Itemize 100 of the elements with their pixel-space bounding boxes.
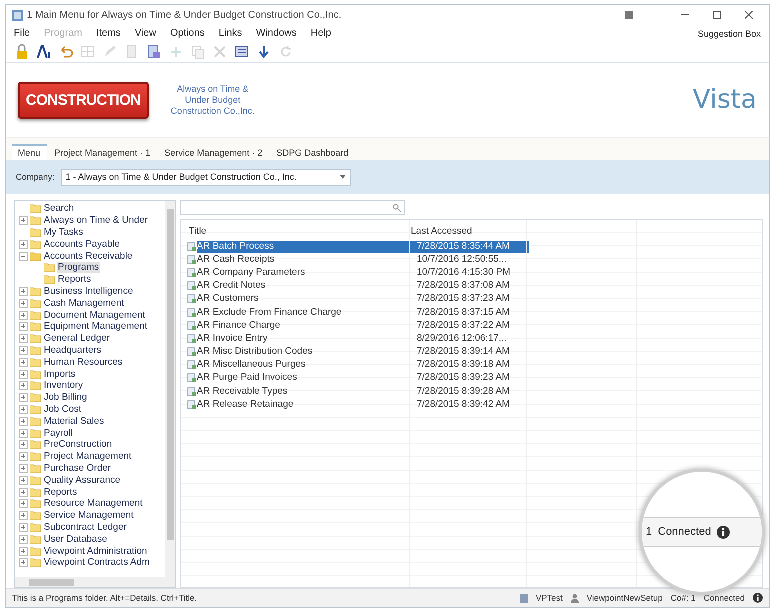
list-item[interactable]: AR Misc Distribution Codes: [197, 346, 417, 358]
tree-item[interactable]: Equipment Management: [43, 321, 149, 332]
tree-item[interactable]: Human Resources: [43, 356, 124, 368]
tree-item[interactable]: Project Management: [43, 451, 133, 462]
column-header[interactable]: Title: [189, 226, 411, 236]
folder-icon: [30, 322, 41, 332]
company-dropdown[interactable]: 1 - Always on Time & Under Budget Construction Co., Inc.: [60, 168, 351, 186]
table-cell-text: 7/28/2015 8:39:42 AM: [417, 398, 511, 411]
list-icon[interactable]: [234, 44, 250, 60]
tree-item[interactable]: PreConstruction: [43, 439, 114, 450]
list-item[interactable]: AR Invoice Entry: [197, 332, 417, 345]
expand-icon[interactable]: [19, 452, 28, 462]
tree-item[interactable]: Viewpoint Contracts Adm: [43, 557, 151, 568]
tree-item[interactable]: Viewpoint Administration: [43, 546, 148, 556]
column-header[interactable]: Last Accessed: [411, 226, 521, 236]
expand-icon[interactable]: [19, 464, 28, 473]
tree-item[interactable]: Reports: [43, 486, 78, 498]
expand-icon[interactable]: [19, 334, 28, 344]
expand-icon[interactable]: [19, 511, 28, 520]
list-item[interactable]: AR Miscellaneous Purges: [197, 359, 417, 372]
tree-item[interactable]: Material Sales: [43, 416, 106, 427]
tree-item[interactable]: Service Management: [43, 510, 135, 522]
expand-icon[interactable]: [19, 298, 28, 308]
expand-icon[interactable]: [19, 488, 28, 497]
folder-icon: [30, 358, 41, 367]
expand-icon[interactable]: [19, 428, 28, 438]
list-item[interactable]: AR Customers: [197, 293, 417, 306]
list-item[interactable]: AR Credit Notes: [197, 280, 417, 292]
expand-icon[interactable]: [19, 558, 28, 568]
close-icon[interactable]: [745, 11, 753, 19]
report-icon[interactable]: [146, 44, 162, 60]
tree-item[interactable]: Quality Assurance: [43, 474, 122, 486]
menu-item[interactable]: File: [14, 28, 30, 39]
tree-item[interactable]: Subcontract Ledger: [43, 522, 128, 533]
tree-item[interactable]: Inventory: [43, 380, 84, 392]
tree-item[interactable]: Reports: [57, 274, 92, 286]
tree-item[interactable]: My Tasks: [43, 226, 84, 238]
expand-icon[interactable]: [19, 404, 28, 414]
tree-item[interactable]: Payroll: [43, 428, 74, 439]
expand-icon[interactable]: [19, 216, 28, 226]
menu-item[interactable]: Items: [96, 28, 121, 39]
tree-item[interactable]: Job Cost: [43, 404, 82, 415]
table-cell-text: 10/7/2016 4:15:30 PM: [417, 266, 512, 279]
tree-item[interactable]: Job Billing: [43, 392, 88, 404]
brand-logo: Vista: [692, 85, 757, 115]
tree-item[interactable]: Cash Management: [43, 298, 126, 309]
horizontal-scrollbar[interactable]: [15, 577, 175, 587]
suggestion-box-link[interactable]: Suggestion Box: [698, 28, 761, 38]
menu-item[interactable]: Links: [218, 28, 242, 39]
expand-icon[interactable]: [19, 358, 28, 367]
vertical-scrollbar[interactable]: [165, 201, 175, 577]
lock-icon[interactable]: [14, 44, 30, 60]
expand-icon[interactable]: [19, 393, 28, 402]
expand-icon[interactable]: [19, 346, 28, 355]
tree-item[interactable]: Imports: [43, 368, 77, 380]
tree-item[interactable]: Document Management: [43, 310, 146, 321]
tab[interactable]: Menu: [12, 144, 47, 160]
tab[interactable]: SDPG Dashboard: [270, 144, 355, 160]
expand-icon[interactable]: [19, 370, 28, 379]
expand-icon[interactable]: [19, 416, 28, 426]
tree-item[interactable]: User Database: [43, 534, 108, 545]
list-item[interactable]: AR Exclude From Finance Charge: [197, 306, 417, 319]
tree-item[interactable]: General Ledger: [43, 333, 112, 344]
list-item[interactable]: AR Batch Process: [197, 240, 417, 253]
tree-item[interactable]: Accounts Payable: [43, 238, 122, 250]
maximize-icon[interactable]: [713, 11, 721, 19]
tree-item[interactable]: Accounts Receivable: [43, 250, 134, 262]
expand-icon[interactable]: [19, 499, 28, 508]
collapse-icon[interactable]: [19, 252, 28, 261]
menu-item[interactable]: Options: [170, 28, 205, 39]
expand-icon[interactable]: [19, 534, 28, 544]
expand-icon[interactable]: [19, 440, 28, 450]
list-item[interactable]: AR Finance Charge: [197, 320, 417, 332]
expand-icon[interactable]: [19, 240, 28, 249]
list-item[interactable]: AR Company Parameters: [197, 266, 417, 279]
expand-icon[interactable]: [19, 522, 28, 532]
tab[interactable]: Project Management · 1: [48, 144, 157, 160]
tree-item[interactable]: Search: [43, 203, 76, 214]
expand-icon[interactable]: [19, 546, 28, 556]
tree-item[interactable]: Purchase Order: [43, 462, 112, 474]
list-item[interactable]: AR Release Retainage: [197, 398, 417, 411]
filter-field[interactable]: [180, 200, 405, 215]
expand-icon[interactable]: [19, 286, 28, 296]
tree-item[interactable]: Headquarters: [43, 344, 103, 356]
list-item[interactable]: AR Cash Receipts: [197, 254, 417, 266]
menu-item[interactable]: Windows: [256, 28, 297, 39]
expand-icon[interactable]: [19, 322, 28, 332]
expand-icon[interactable]: [19, 476, 28, 485]
tree-item[interactable]: Always on Time & Under: [43, 215, 150, 226]
tree-item[interactable]: Business Intelligence: [43, 286, 134, 297]
list-item[interactable]: AR Receivable Types: [197, 386, 417, 398]
tree-item[interactable]: Resource Management: [43, 498, 144, 510]
tree-item[interactable]: Programs: [57, 262, 100, 274]
list-item[interactable]: AR Purge Paid Invoices: [197, 372, 417, 384]
menu-item[interactable]: Help: [310, 28, 332, 39]
menu-item[interactable]: View: [134, 28, 156, 39]
expand-icon[interactable]: [19, 310, 28, 320]
expand-icon[interactable]: [19, 381, 28, 390]
tab[interactable]: Service Management · 2: [158, 144, 269, 160]
folder-icon: [30, 464, 41, 473]
